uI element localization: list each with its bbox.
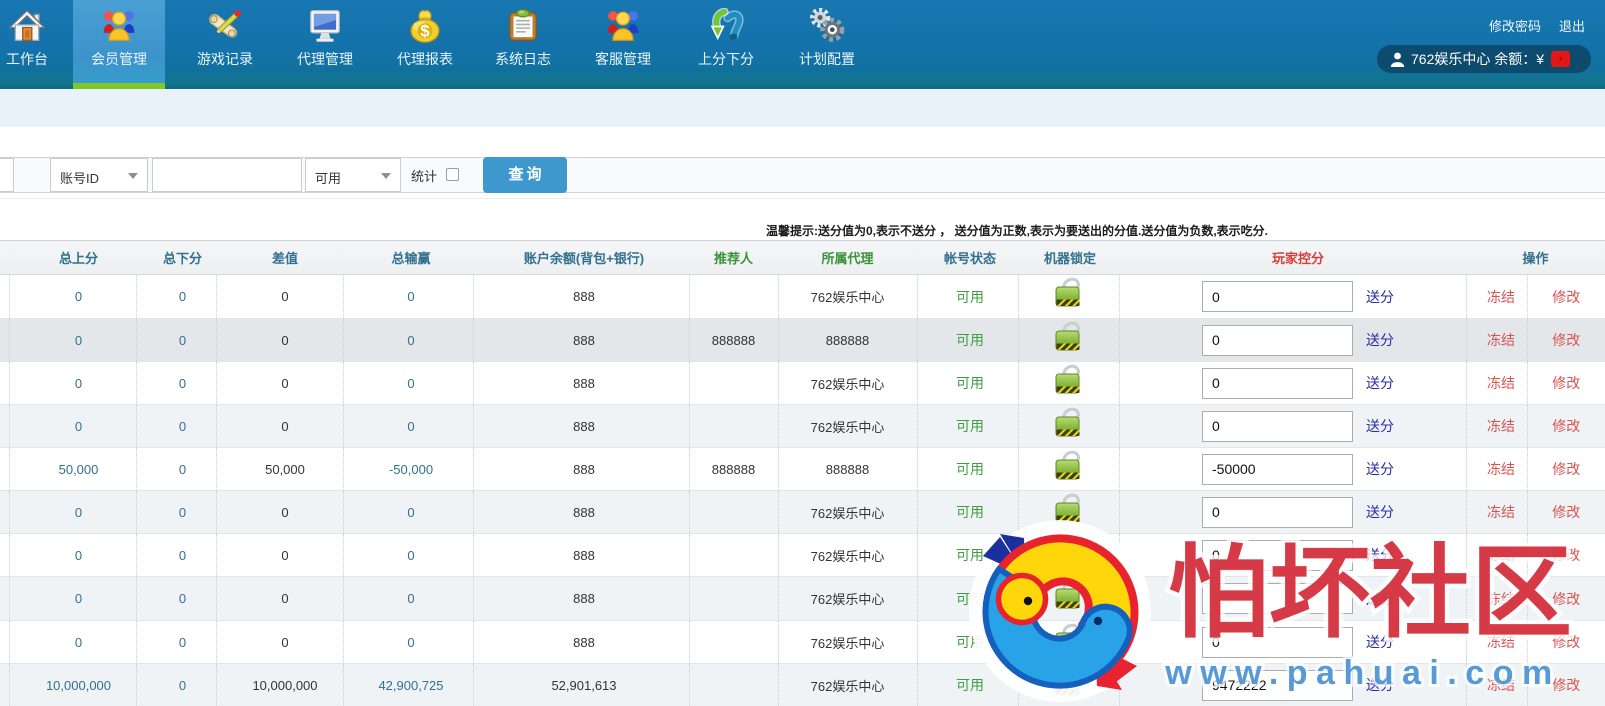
svg-text:$: $: [420, 22, 430, 41]
